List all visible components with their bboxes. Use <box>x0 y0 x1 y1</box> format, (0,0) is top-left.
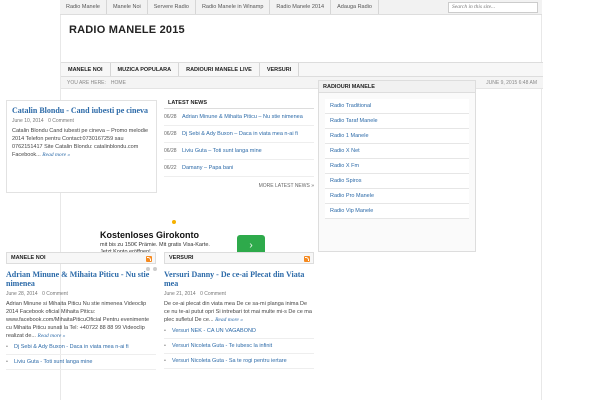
top-nav-adauga-radio[interactable]: Adauga Radio <box>331 0 379 14</box>
featured-excerpt-text: Catalin Blondu Cand iubesti pe cineva – … <box>12 128 149 158</box>
news-date: 06/28 <box>164 114 177 120</box>
nav-versuri[interactable]: VERSURI <box>260 63 300 76</box>
news-date: 06/22 <box>164 165 177 171</box>
post-title[interactable]: Versuri Danny - De ce-ai Plecat din Viat… <box>164 270 314 288</box>
list-item-title[interactable]: Versuri Nicoleta Guta - Te iubesc la inf… <box>172 343 272 349</box>
sidebar-item-radio-1[interactable]: Radio 1 Manele <box>325 129 469 144</box>
breadcrumb-home[interactable]: HOME <box>111 80 126 86</box>
news-title[interactable]: Adrian Minune & Mihaita Piticu – Nu stie… <box>182 113 303 121</box>
news-date: 06/28 <box>164 131 177 137</box>
featured-excerpt: Catalin Blondu Cand iubesti pe cineva – … <box>12 127 151 159</box>
featured-comments[interactable]: 0 Comment <box>48 118 74 124</box>
list-item[interactable]: • Versuri NEK - CA UN VAGABOND <box>164 324 314 339</box>
search-input[interactable] <box>448 1 538 13</box>
post-read-more[interactable]: Read more » <box>38 333 66 339</box>
list-item-title[interactable]: Dj Sebi & Ady Buxon - Daca in viata mea … <box>14 344 129 350</box>
nav-manele-noi[interactable]: MANELE NOI <box>61 63 111 76</box>
post-title[interactable]: Adrian Minune & Mihaita Piticu - Nu stie… <box>6 270 156 288</box>
top-nav-winamp[interactable]: Radio Manele in Winamp <box>196 0 271 14</box>
post-date: June 28, 2014 <box>6 291 38 297</box>
sidebar-item-radio-taraf[interactable]: Radio Taraf Manele <box>325 114 469 129</box>
top-nav-radio-2014[interactable]: Radio Manele 2014 <box>270 0 332 14</box>
latest-news-title: LATEST NEWS <box>164 97 314 109</box>
sidebar-radiouri: RADIOURI MANELE Radio Traditional Radio … <box>318 80 476 252</box>
list-item[interactable]: • Liviu Guta - Toti sunt langa mine <box>6 355 156 370</box>
list-item[interactable]: 06/28 Adrian Minune & Mihaita Piticu – N… <box>164 109 314 126</box>
featured-date: June 10, 2014 <box>12 118 44 124</box>
post-excerpt-text: Adrian Minune si Mihaita Piticu Nu stie … <box>6 301 150 339</box>
featured-post: Catalin Blondu - Cand iubesti pe cineva … <box>6 100 157 193</box>
post-excerpt: De ce-ai plecat din viata mea De ce sa-m… <box>164 300 314 324</box>
featured-read-more[interactable]: Read more » <box>42 152 70 158</box>
bullet-icon: • <box>164 358 166 364</box>
current-date: JUNE 9, 2015 6:48 AM <box>486 79 537 86</box>
nav-radiouri-live[interactable]: RADIOURI MANELE LIVE <box>179 63 260 76</box>
top-nav-servere-radio[interactable]: Servere Radio <box>148 0 196 14</box>
news-date: 06/28 <box>164 148 177 154</box>
rss-icon[interactable] <box>146 256 152 262</box>
sidebar-item-radio-x-net[interactable]: Radio X Net <box>325 144 469 159</box>
news-title[interactable]: Liviu Guta – Toti sunt langa mine <box>182 147 262 155</box>
post-comments[interactable]: 0 Comment <box>200 291 226 297</box>
list-item[interactable]: • Versuri Nicoleta Guta - Sa te rogi pen… <box>164 354 314 369</box>
top-nav-radio-manele[interactable]: Radio Manele <box>60 0 107 14</box>
sidebar-item-radio-x-fm[interactable]: Radio X Fm <box>325 159 469 174</box>
bullet-icon: • <box>164 328 166 334</box>
list-item[interactable]: • Dj Sebi & Ady Buxon - Daca in viata me… <box>6 340 156 355</box>
section-title-text[interactable]: MANELE NOI <box>11 255 46 261</box>
post-meta: June 21, 2014 0 Comment <box>164 291 314 297</box>
sidebar-item-radio-pro[interactable]: Radio Pro Manele <box>325 189 469 204</box>
rss-icon[interactable] <box>304 256 310 262</box>
list-item-title[interactable]: Liviu Guta - Toti sunt langa mine <box>14 359 92 365</box>
more-latest-news-link[interactable]: MORE LATEST NEWS » <box>164 183 314 189</box>
main-nav: MANELE NOI MUZICA POPULARA RADIOURI MANE… <box>61 62 543 77</box>
post-read-more[interactable]: Read more » <box>215 317 243 323</box>
section-title: VERSURI <box>164 252 314 264</box>
sidebar-item-radio-traditional[interactable]: Radio Traditional <box>325 99 469 114</box>
section-title-text[interactable]: VERSURI <box>169 255 193 261</box>
featured-title[interactable]: Catalin Blondu - Cand iubesti pe cineva <box>12 106 151 115</box>
bullet-icon: • <box>6 359 8 365</box>
post-comments[interactable]: 0 Comment <box>42 291 68 297</box>
post-meta: June 28, 2014 0 Comment <box>6 291 156 297</box>
list-item[interactable]: • Versuri Nicoleta Guta - Te iubesc la i… <box>164 339 314 354</box>
news-title[interactable]: Damany – Papa bani <box>182 164 233 172</box>
sidebar-item-radio-spiros[interactable]: Radio Spiros <box>325 174 469 189</box>
news-title[interactable]: Dj Sebi & Ady Buxon – Daca in viata mea … <box>182 130 298 138</box>
post-excerpt: Adrian Minune si Mihaita Piticu Nu stie … <box>6 300 156 340</box>
list-item-title[interactable]: Versuri NEK - CA UN VAGABOND <box>172 328 256 334</box>
latest-news: LATEST NEWS 06/28 Adrian Minune & Mihait… <box>164 97 314 212</box>
manele-noi-section: MANELE NOI Adrian Minune & Mihaita Pitic… <box>6 252 156 400</box>
site-title[interactable]: RADIO MANELE 2015 <box>69 24 185 36</box>
section-title: MANELE NOI <box>6 252 156 264</box>
bullet-icon: • <box>164 343 166 349</box>
nav-muzica-populara[interactable]: MUZICA POPULARA <box>111 63 180 76</box>
list-item[interactable]: 06/28 Dj Sebi & Ady Buxon – Daca in viat… <box>164 126 314 143</box>
top-nav-manele-noi[interactable]: Manele Noi <box>107 0 148 14</box>
top-nav: Radio Manele Manele Noi Servere Radio Ra… <box>60 0 379 14</box>
breadcrumb-label: YOU ARE HERE: <box>67 79 106 86</box>
list-item-title[interactable]: Versuri Nicoleta Guta - Sa te rogi pentr… <box>172 358 287 364</box>
sidebar-item-radio-vip[interactable]: Radio Vip Manele <box>325 204 469 219</box>
ad-indicator-icon <box>172 220 176 224</box>
sidebar-title: RADIOURI MANELE <box>319 81 475 93</box>
ad-headline[interactable]: Kostenloses Girokonto <box>100 230 199 240</box>
post-date: June 21, 2014 <box>164 291 196 297</box>
section-post: Versuri Danny - De ce-ai Plecat din Viat… <box>164 264 314 324</box>
list-item[interactable]: 06/28 Liviu Guta – Toti sunt langa mine <box>164 143 314 160</box>
list-item[interactable]: 06/22 Damany – Papa bani <box>164 160 314 177</box>
top-bar: Radio Manele Manele Noi Servere Radio Ra… <box>60 0 542 15</box>
bullet-icon: • <box>6 344 8 350</box>
section-post: Adrian Minune & Mihaita Piticu - Nu stie… <box>6 264 156 340</box>
featured-meta: June 10, 2014 0 Comment <box>12 118 151 124</box>
versuri-section: VERSURI Versuri Danny - De ce-ai Plecat … <box>164 252 314 400</box>
